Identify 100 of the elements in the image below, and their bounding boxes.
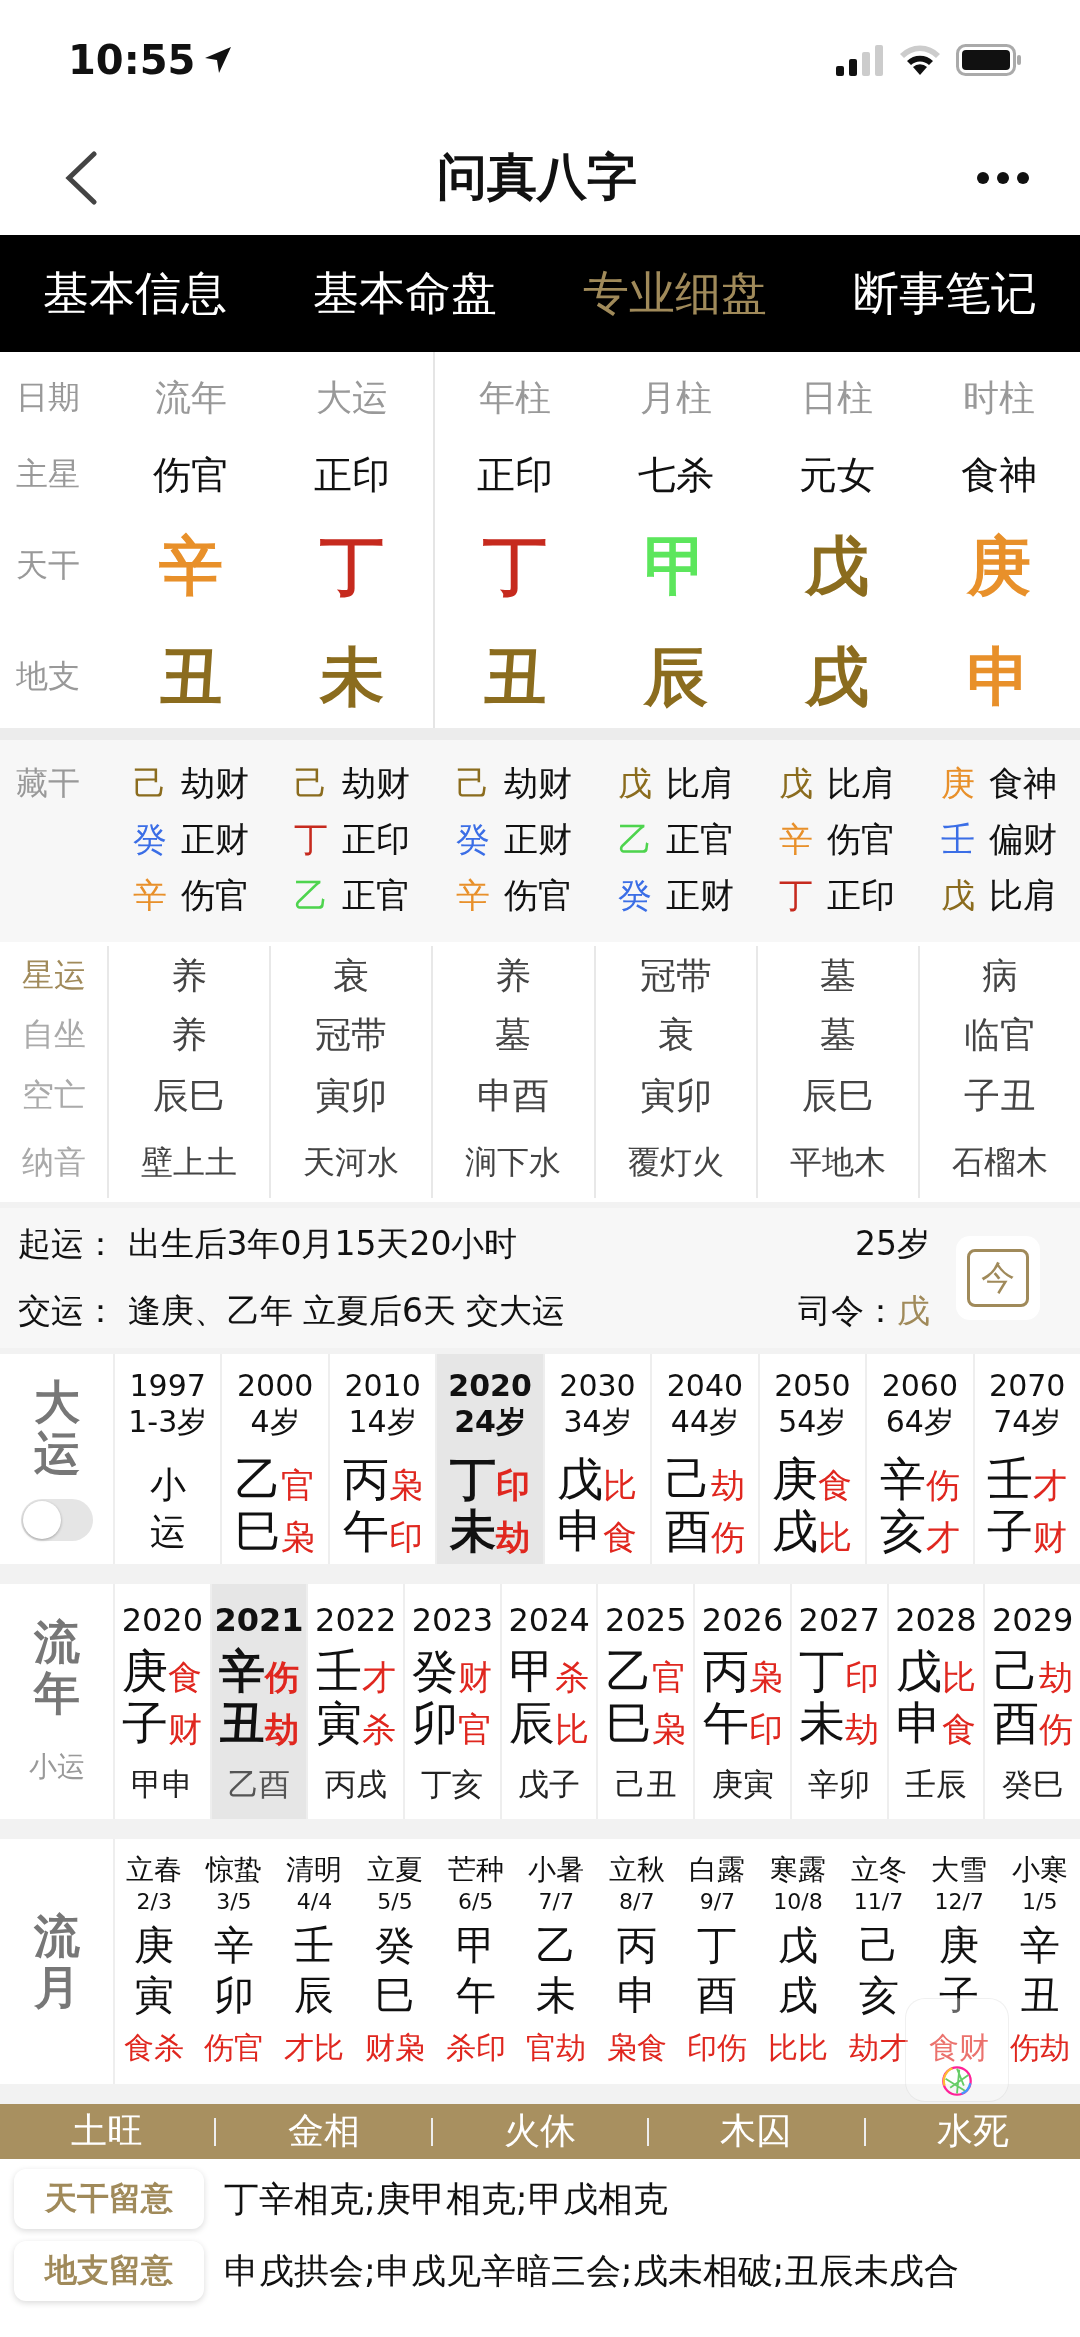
branch-char: 巳: [375, 1971, 416, 2020]
minor-luck-text: 甲申: [131, 1765, 194, 1804]
age-label: 44岁: [670, 1404, 740, 1440]
tab[interactable]: 基本信息: [35, 254, 235, 333]
branch-char: 巳: [235, 1508, 282, 1554]
ten-god: 正财: [504, 818, 573, 861]
tab[interactable]: 基本命盘: [305, 254, 505, 333]
section-label: 大运: [33, 1377, 80, 1479]
main-star-label: 正印: [477, 451, 554, 499]
ten-god: 伤: [265, 1660, 300, 1694]
table-cell-text: 覆灯火: [627, 1142, 724, 1183]
stem-char: 庚: [772, 1456, 819, 1502]
table-cell-text: 平地木: [789, 1142, 886, 1183]
ten-god: 伤劫: [1009, 2029, 1070, 2067]
solar-term: 立冬: [850, 1852, 907, 1888]
ten-god: 食: [603, 1520, 638, 1554]
table-cell-text: 寅卯: [639, 1073, 712, 1118]
year-label: 2070: [989, 1368, 1066, 1404]
table-cell-text: 墓: [495, 1012, 532, 1057]
commander-value: 戊: [897, 1291, 930, 1330]
ten-god: 杀: [555, 1660, 590, 1694]
minor-luck-text: 庚寅: [711, 1765, 774, 1804]
stem-char: 乙: [235, 1456, 282, 1502]
year-label: 2027: [798, 1600, 880, 1640]
year-label: 1997: [129, 1368, 206, 1404]
branch-char: 寅: [134, 1971, 175, 2020]
tab[interactable]: 断事笔记: [845, 254, 1045, 333]
section-label: 流年: [33, 1616, 80, 1719]
year-label: 2023: [411, 1600, 494, 1640]
year-label: 2010: [344, 1368, 421, 1404]
ten-god: 才比: [284, 2029, 345, 2067]
heavenly-stem: 丁: [320, 527, 385, 605]
earthly-branch: 申: [967, 638, 1032, 716]
ten-god: 伤官: [504, 874, 573, 917]
stem-char: 甲: [509, 1648, 556, 1694]
exchange-text: 逢庚、乙年 立夏后6天 交大运: [127, 1291, 566, 1330]
branch-char: 丑: [1019, 1971, 1060, 2020]
solar-term: 芒种: [447, 1852, 504, 1888]
ten-god: 枭食: [606, 2029, 667, 2067]
luck-column[interactable]: 2020 24岁 丁印 未劫: [435, 1354, 543, 1564]
stem-char: 戊: [557, 1456, 604, 1502]
ten-god: 财: [1033, 1520, 1068, 1554]
ten-god: 劫: [496, 1520, 531, 1554]
term-date: 7/7: [538, 1889, 574, 1914]
branch-char: 卯: [412, 1700, 459, 1746]
branch-char: 寅: [315, 1700, 362, 1746]
hidden-stem: 壬: [941, 818, 976, 861]
column-header: 月柱: [638, 375, 713, 420]
branch-char: 巳: [605, 1700, 652, 1746]
hidden-stem: 己: [456, 762, 491, 805]
season-label: 木囚: [719, 2109, 794, 2153]
ten-god: 比: [818, 1520, 853, 1554]
heavenly-stem: 辛: [158, 527, 223, 605]
toggle-switch[interactable]: [20, 1498, 93, 1541]
ten-god: 枭: [748, 1660, 783, 1694]
ten-god: 伤官: [203, 2029, 264, 2067]
stem-char: 戊: [895, 1648, 942, 1694]
hidden-stem: 乙: [617, 818, 652, 861]
stem-char: 庚: [122, 1648, 169, 1694]
ten-god: 食财: [929, 2029, 990, 2067]
more-icon[interactable]: [976, 170, 1030, 185]
term-date: 3/5: [216, 1889, 252, 1914]
term-date: 4/4: [296, 1889, 333, 1914]
table-cell-text: 冠带: [315, 1012, 388, 1057]
stem-char: 庚: [939, 1921, 980, 1970]
branch-char: 子: [122, 1700, 169, 1746]
year-label: 2000: [236, 1368, 314, 1404]
hidden-stem: 辛: [456, 874, 491, 917]
tab[interactable]: 专业细盘: [575, 254, 775, 333]
table-cell-text: 墓: [819, 1012, 856, 1057]
minor-luck-text: 己丑: [614, 1765, 677, 1804]
heavenly-stem: 甲: [643, 527, 708, 605]
minor-luck-text: 癸巳: [1001, 1765, 1064, 1804]
note-text: 申戌拱会;申戌见辛暗三会;戌未相破;丑辰未戌合: [224, 2249, 960, 2293]
year-label: 2020: [121, 1600, 204, 1640]
minor-luck-text: 乙酉: [228, 1765, 291, 1804]
ten-god: 食: [818, 1468, 853, 1502]
table-cell-text: 衰: [657, 1012, 694, 1057]
branch-char: 午: [342, 1508, 389, 1554]
season-label: 水死: [935, 2109, 1010, 2153]
heavenly-stem: 丁: [483, 527, 548, 605]
row-label: 主星: [15, 454, 81, 495]
ten-god: 食: [941, 1712, 976, 1746]
ten-god: 劫: [710, 1468, 745, 1502]
back-icon[interactable]: [64, 150, 98, 205]
year-column[interactable]: 2021 辛伤 丑劫 乙酉: [209, 1584, 307, 1819]
solar-term: 小寒: [1011, 1852, 1068, 1888]
column-header: 大运: [315, 375, 390, 420]
term-date: 6/5: [457, 1889, 494, 1914]
hidden-stem: 乙: [294, 874, 329, 917]
ten-god: 正财: [665, 874, 734, 917]
age-label: 74岁: [993, 1404, 1062, 1440]
stem-char: 丁: [799, 1648, 846, 1694]
column-header: 流年: [153, 375, 228, 420]
year-label: 2021: [214, 1600, 304, 1640]
branch-char: 丑: [219, 1700, 266, 1746]
ten-god: 官: [458, 1712, 493, 1746]
battery-icon: [956, 44, 1022, 76]
stem-char: 己: [858, 1921, 899, 1970]
ten-god: 伤官: [827, 818, 896, 861]
